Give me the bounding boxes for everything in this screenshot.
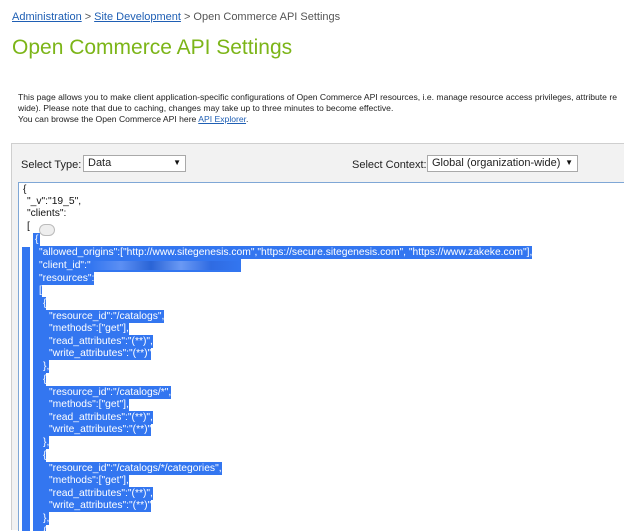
code-line-selected: "write_attributes":"(**)"	[33, 423, 152, 436]
code-line-selected: {	[33, 233, 41, 246]
description-line-3-text: You can browse the Open Commerce API her…	[18, 114, 199, 124]
code-line-selected: "client_id":"	[33, 259, 241, 272]
json-editor-textarea[interactable]: { "_v":"19_5", "clients": [ { "allowed_o…	[18, 182, 624, 531]
code-line: "clients":	[27, 208, 67, 219]
code-line: [	[27, 221, 30, 232]
breadcrumb-separator: >	[183, 11, 191, 23]
code-line-selected: {	[33, 373, 47, 386]
breadcrumb-administration-link[interactable]: Administration	[12, 11, 82, 23]
code-line-selected: "methods":["get"],	[33, 474, 129, 487]
settings-panel: Select Type: Data ▼ Select Context: Glob…	[11, 143, 624, 531]
select-context-value: Global (organization-wide)	[432, 157, 561, 169]
code-line-selected: "resources":	[33, 272, 95, 285]
code-line-selected: "methods":["get"],	[33, 322, 129, 335]
description-line-3-end: .	[246, 114, 249, 124]
drag-handle-icon[interactable]	[39, 224, 55, 236]
code-line-selected: "allowed_origins":["http://www.sitegenes…	[33, 246, 533, 259]
select-type-label: Select Type:	[21, 159, 82, 171]
description-line-1: This page allows you to make client appl…	[18, 92, 617, 102]
redacted-client-id	[90, 260, 241, 270]
select-type-value: Data	[88, 157, 112, 169]
page-description: This page allows you to make client appl…	[18, 92, 624, 125]
code-line-selected: [	[33, 284, 42, 297]
description-line-3: You can browse the Open Commerce API her…	[18, 114, 624, 125]
code-line-selected: {	[33, 297, 47, 310]
code-line-selected: },	[33, 436, 50, 449]
code-line-selected: {	[33, 449, 47, 462]
code-line-selected: },	[33, 360, 50, 373]
code-line-selected: "methods":["get"],	[33, 398, 129, 411]
description-line-2: wide). Please note that due to caching, …	[18, 103, 394, 113]
code-line-selected: "write_attributes":"(**)"	[33, 347, 152, 360]
breadcrumb-site-development-link[interactable]: Site Development	[94, 11, 181, 23]
select-type-dropdown[interactable]: Data ▼	[83, 155, 186, 172]
settings-toolbar: Select Type: Data ▼ Select Context: Glob…	[12, 144, 624, 180]
client-id-key: "client_id":"	[39, 260, 91, 271]
code-line-selected: {	[33, 525, 47, 531]
chevron-down-icon: ▼	[173, 158, 181, 167]
api-explorer-link[interactable]: API Explorer	[198, 114, 246, 124]
code-line-selected: },	[33, 512, 50, 525]
breadcrumb: Administration > Site Development > Open Com…	[12, 11, 340, 23]
code-line-selected: "write_attributes":"(**)"	[33, 499, 152, 512]
chevron-down-icon: ▼	[565, 158, 573, 167]
breadcrumb-current: Open Commerce API Settings	[193, 11, 341, 23]
breadcrumb-separator: >	[84, 11, 92, 23]
page-title: Open Commerce API Settings	[12, 36, 293, 59]
select-context-label: Select Context:	[352, 159, 427, 171]
select-context-dropdown[interactable]: Global (organization-wide) ▼	[427, 155, 578, 172]
selection-gutter	[22, 247, 30, 531]
code-line: {	[23, 184, 27, 195]
